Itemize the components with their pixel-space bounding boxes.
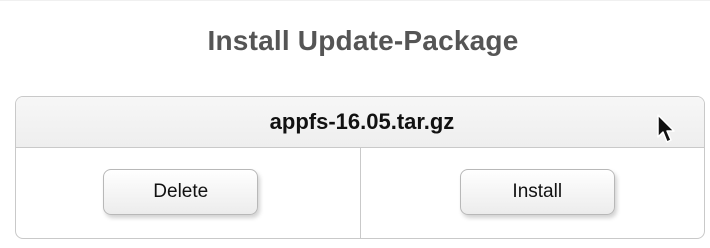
install-cell: Install: [359, 148, 705, 238]
page-title: Install Update-Package: [207, 25, 519, 56]
package-actions: Delete Install: [16, 148, 705, 238]
package-header: appfs-16.05.tar.gz: [16, 97, 704, 148]
delete-cell: Delete: [16, 148, 360, 238]
install-button[interactable]: Install: [459, 168, 615, 215]
delete-button[interactable]: Delete: [103, 168, 259, 215]
package-panel: appfs-16.05.tar.gz Delete Install: [15, 96, 705, 239]
install-update-package-page: Install Update-Package appfs-16.05.tar.g…: [0, 0, 710, 248]
package-name: appfs-16.05.tar.gz: [269, 109, 455, 134]
